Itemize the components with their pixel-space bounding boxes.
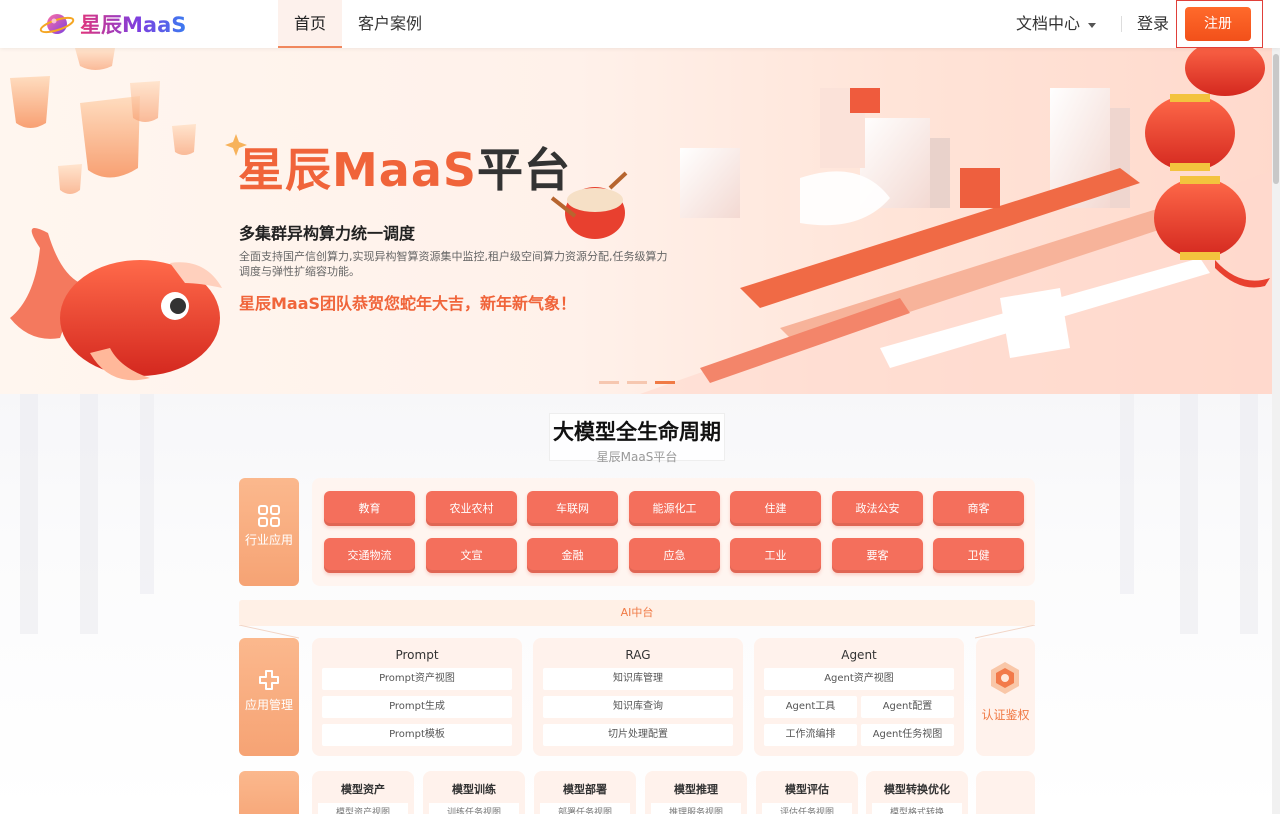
- industry-button[interactable]: 教育: [324, 491, 415, 526]
- industry-button[interactable]: 农业农村: [426, 491, 517, 526]
- knowledge-base-query[interactable]: 知识库查询: [543, 696, 733, 718]
- banner-subtitle: 多集群异构算力统一调度: [239, 224, 416, 243]
- scrollbar-thumb[interactable]: [1273, 54, 1279, 184]
- model-stage-item[interactable]: 评估任务视图: [762, 803, 852, 814]
- application-management-label: 应用管理: [244, 698, 293, 712]
- industry-button[interactable]: 卫健: [933, 538, 1024, 573]
- header-divider: [1121, 16, 1122, 32]
- agent-card-title: Agent: [841, 648, 877, 662]
- carousel-dot-3[interactable]: [655, 381, 675, 384]
- carousel-dot-2[interactable]: [627, 381, 647, 384]
- puzzle-icon: [259, 670, 279, 690]
- prompt-templates[interactable]: Prompt模板: [322, 724, 512, 746]
- model-stage-title: 模型评估: [785, 783, 829, 796]
- model-stage-card: 模型训练 训练任务视图: [423, 771, 525, 814]
- shield-icon: [991, 662, 1019, 694]
- agent-task-view[interactable]: Agent任务视图: [861, 724, 954, 746]
- prompt-assets-view[interactable]: Prompt资产视图: [322, 668, 512, 690]
- banner-greeting: 星辰MaaS团队恭贺您蛇年大吉，新年新气象！: [239, 294, 577, 313]
- model-stage-item[interactable]: 部署任务视图: [540, 803, 630, 814]
- prompt-card: Prompt Prompt资产视图 Prompt生成 Prompt模板: [312, 638, 522, 756]
- agent-config[interactable]: Agent配置: [861, 696, 954, 718]
- industry-button[interactable]: 车联网: [527, 491, 618, 526]
- top-header: 星辰MaaS 首页 客户案例 文档中心 登录 注册: [0, 0, 1280, 48]
- register-button[interactable]: 注册: [1185, 7, 1251, 41]
- industry-button[interactable]: 要客: [832, 538, 923, 573]
- chevron-down-icon: [1088, 22, 1097, 28]
- ai-platform-bar: AI中台: [239, 600, 1035, 626]
- industry-button[interactable]: 能源化工: [629, 491, 720, 526]
- rag-card: RAG 知识库管理 知识库查询 切片处理配置: [533, 638, 743, 756]
- docs-center-label: 文档中心: [1016, 14, 1081, 33]
- authentication-tile[interactable]: [976, 638, 1035, 756]
- rag-card-title: RAG: [625, 648, 651, 662]
- banner-title-brand: 星辰MaaS: [238, 143, 477, 197]
- model-management-tile[interactable]: [239, 771, 299, 814]
- industry-button[interactable]: 政法公安: [832, 491, 923, 526]
- application-management-tile[interactable]: 应用管理: [239, 638, 299, 756]
- industry-button[interactable]: 住建: [730, 491, 821, 526]
- login-link[interactable]: 登录: [1137, 0, 1169, 48]
- model-stage-item[interactable]: 推理服务视图: [651, 803, 741, 814]
- grid-icon: [258, 505, 280, 527]
- industry-application-label: 行业应用: [244, 533, 293, 547]
- model-stage-title: 模型转换优化: [884, 783, 950, 796]
- model-stage-item[interactable]: 模型格式转换: [872, 803, 962, 814]
- industry-button[interactable]: 交通物流: [324, 538, 415, 573]
- nav-customer-cases[interactable]: 客户案例: [342, 0, 438, 48]
- banner-title: 星辰MaaS平台: [238, 134, 571, 200]
- brand-logo[interactable]: 星辰MaaS: [38, 9, 186, 39]
- industry-button[interactable]: 商客: [933, 491, 1024, 526]
- banner-title-suffix: 平台: [477, 143, 571, 197]
- model-stage-card: 模型部署 部署任务视图: [534, 771, 636, 814]
- agent-tools[interactable]: Agent工具: [764, 696, 857, 718]
- industry-button[interactable]: 文宣: [426, 538, 517, 573]
- industry-application-tile[interactable]: 行业应用: [239, 478, 299, 586]
- model-stage-card: 模型评估 评估任务视图: [756, 771, 858, 814]
- chunk-config[interactable]: 切片处理配置: [543, 724, 733, 746]
- main-nav: 首页 客户案例: [278, 0, 438, 48]
- knowledge-base-management[interactable]: 知识库管理: [543, 668, 733, 690]
- model-stage-item[interactable]: 模型资产视图: [318, 803, 408, 814]
- model-stage-title: 模型推理: [674, 783, 718, 796]
- model-stage-item[interactable]: 训练任务视图: [429, 803, 519, 814]
- workflow-orchestration[interactable]: 工作流编排: [764, 724, 857, 746]
- carousel-dot-1[interactable]: [599, 381, 619, 384]
- planet-logo-icon: [38, 9, 76, 39]
- section-title: 大模型全生命周期: [553, 420, 721, 444]
- agent-assets-view[interactable]: Agent资产视图: [764, 668, 954, 690]
- model-stage-card: 模型转换优化 模型格式转换: [866, 771, 968, 814]
- section-subtitle: 星辰MaaS平台: [596, 450, 678, 464]
- carousel-indicator: [599, 381, 675, 384]
- brand-name: 星辰MaaS: [80, 9, 186, 39]
- ai-bar-connector: [239, 625, 1035, 639]
- model-stage-title: 模型训练: [452, 783, 496, 796]
- authentication-label: 认证鉴权: [981, 708, 1030, 722]
- banner-description: 全面支持国产信创算力,实现异构智算资源集中监控,租户级空间算力资源分配,任务级算…: [239, 250, 668, 278]
- banner-illustration: [10, 48, 1280, 394]
- hero-banner[interactable]: 星辰MaaS平台 多集群异构算力统一调度 全面支持国产信创算力,实现异构智算资源…: [0, 48, 1280, 394]
- page-scrollbar[interactable]: [1272, 48, 1280, 814]
- industry-button[interactable]: 应急: [629, 538, 720, 573]
- model-stage-title: 模型资产: [341, 783, 385, 796]
- docs-center-dropdown[interactable]: 文档中心: [1016, 0, 1097, 48]
- agent-card: Agent Agent资产视图 Agent工具 Agent配置 工作流编排 Ag…: [754, 638, 964, 756]
- industry-button[interactable]: 工业: [730, 538, 821, 573]
- model-stage-title: 模型部署: [563, 783, 607, 796]
- model-stage-side-card: [976, 771, 1035, 814]
- model-stage-card: 模型资产 模型资产视图: [312, 771, 414, 814]
- nav-home[interactable]: 首页: [278, 0, 343, 48]
- industry-button[interactable]: 金融: [527, 538, 618, 573]
- prompt-generate[interactable]: Prompt生成: [322, 696, 512, 718]
- model-stage-card: 模型推理 推理服务视图: [645, 771, 747, 814]
- prompt-card-title: Prompt: [395, 648, 439, 662]
